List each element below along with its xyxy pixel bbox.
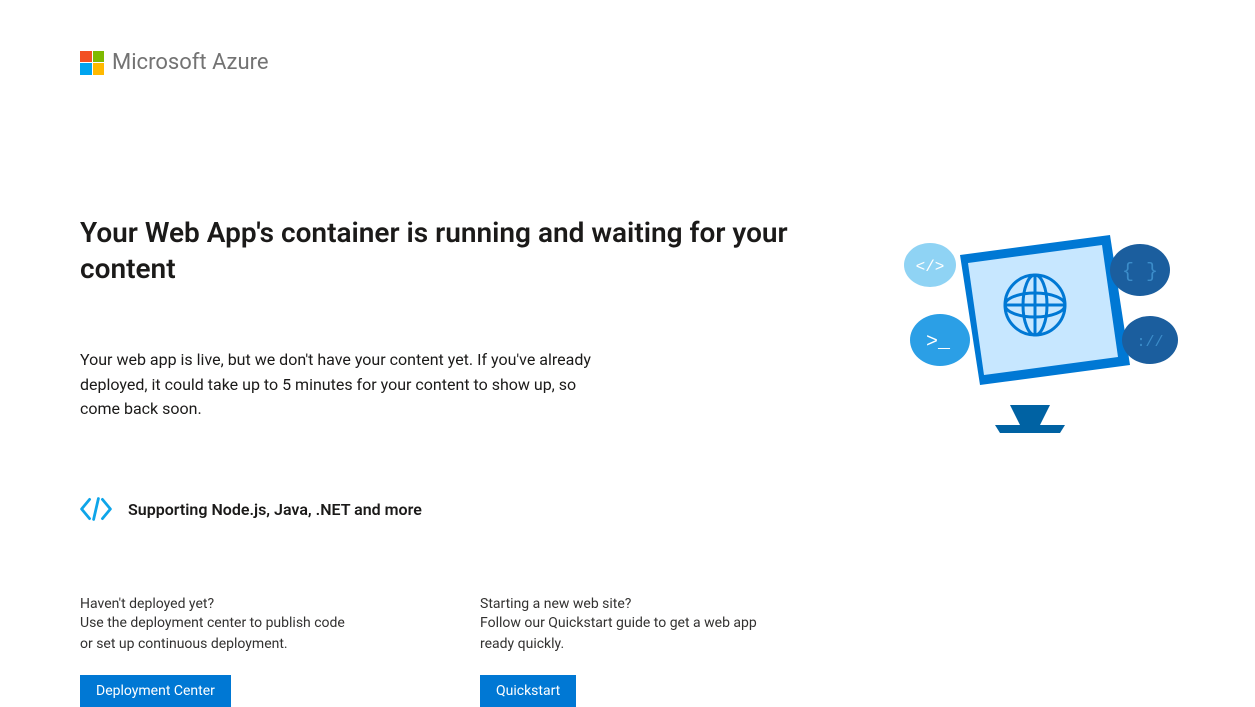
brand-header: Microsoft Azure xyxy=(80,50,1175,75)
brand-name: Microsoft Azure xyxy=(112,50,269,75)
card-deployment: Haven't deployed yet? Use the deployment… xyxy=(80,596,360,707)
card-heading: Starting a new web site? xyxy=(480,596,760,612)
svg-text:{ }: { } xyxy=(1122,261,1158,284)
code-icon xyxy=(80,497,112,521)
web-app-illustration-icon: </> >_ { } :// xyxy=(880,225,1180,445)
card-heading: Haven't deployed yet? xyxy=(80,596,360,612)
page-subtitle: Your web app is live, but we don't have … xyxy=(80,348,600,422)
page-title: Your Web App's container is running and … xyxy=(80,215,800,288)
svg-text:>_: >_ xyxy=(926,331,951,354)
card-description: Use the deployment center to publish cod… xyxy=(80,613,360,655)
card-description: Follow our Quickstart guide to get a web… xyxy=(480,613,760,655)
microsoft-logo-icon xyxy=(80,51,104,75)
quickstart-button[interactable]: Quickstart xyxy=(480,675,576,707)
supporting-row: Supporting Node.js, Java, .NET and more xyxy=(80,497,800,521)
card-quickstart: Starting a new web site? Follow our Quic… xyxy=(480,596,760,707)
svg-text:://: :// xyxy=(1136,334,1163,351)
supporting-text: Supporting Node.js, Java, .NET and more xyxy=(128,500,422,519)
deployment-center-button[interactable]: Deployment Center xyxy=(80,675,231,707)
svg-text:</>: </> xyxy=(916,258,945,276)
